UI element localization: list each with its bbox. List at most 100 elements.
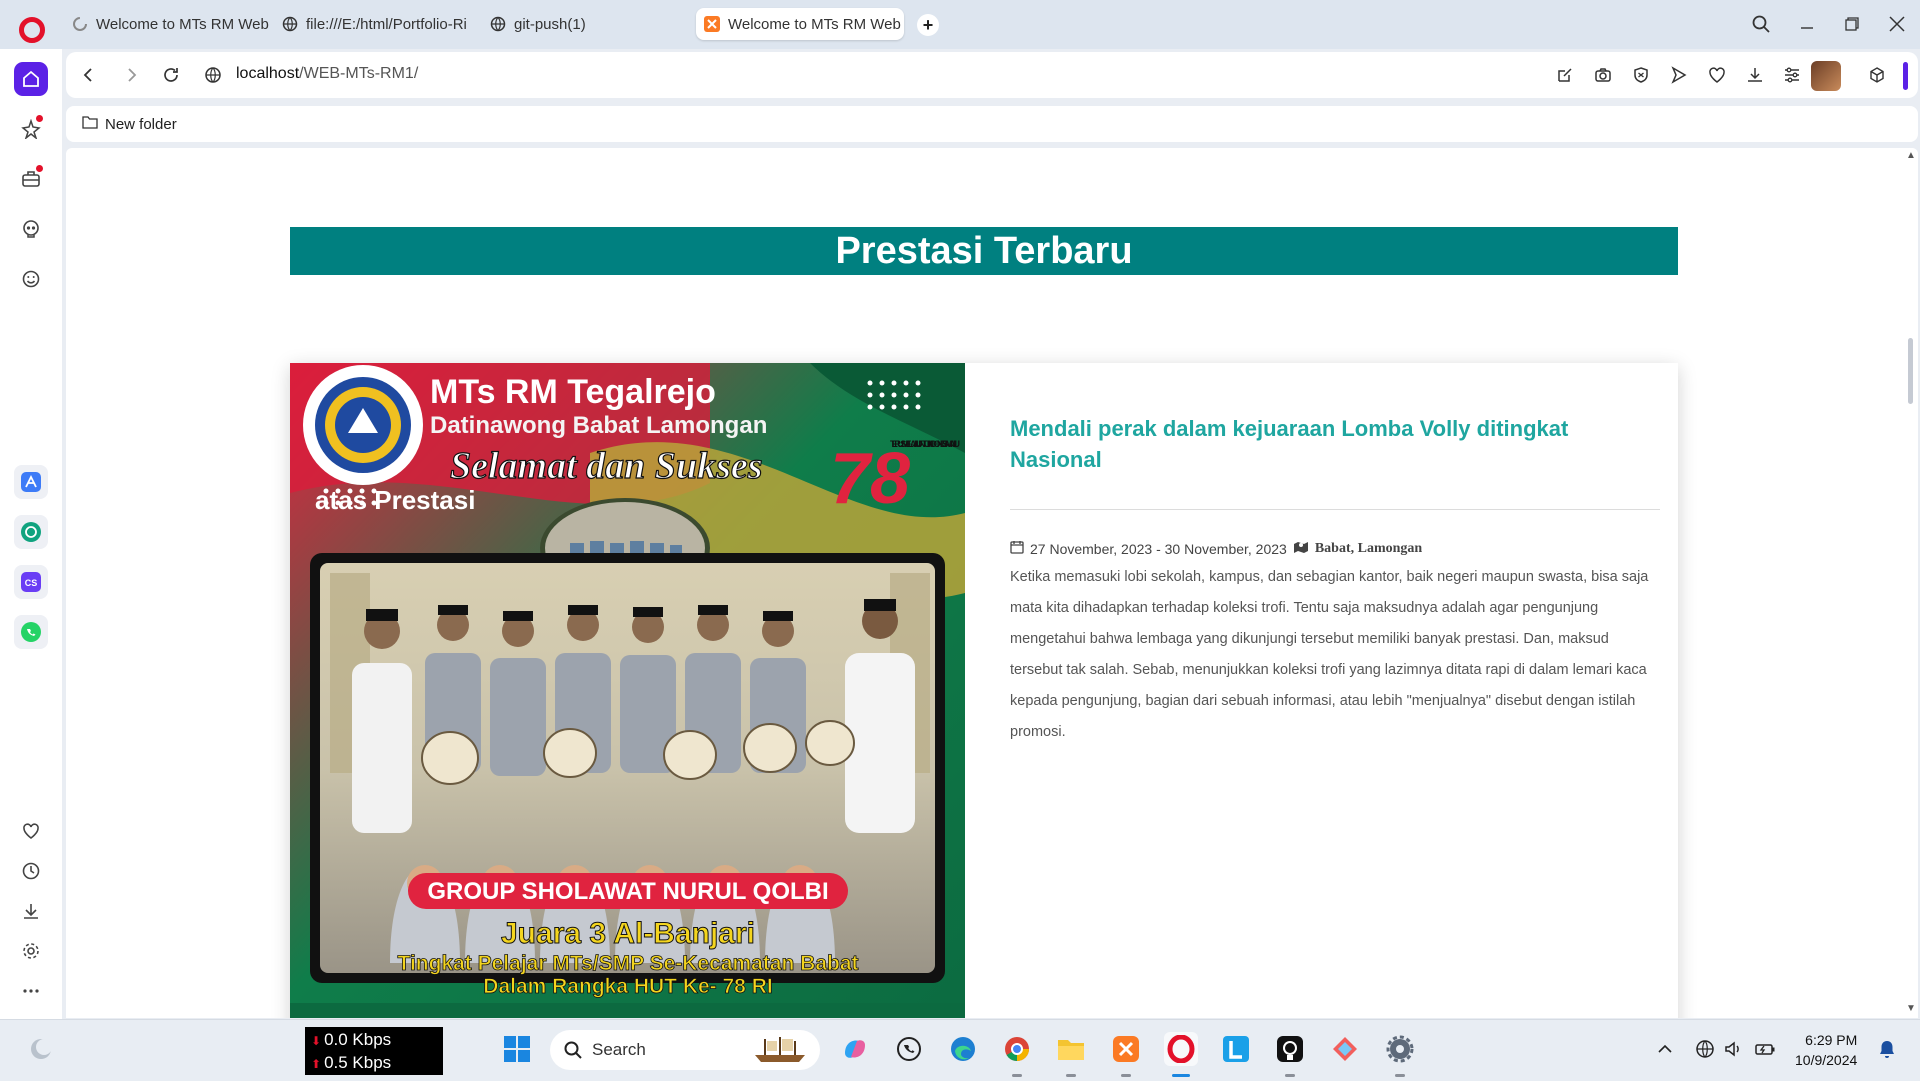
download-icon[interactable] — [1743, 63, 1767, 87]
opera-logo-icon[interactable] — [19, 17, 45, 43]
tab-label: git-push(1) — [514, 15, 586, 33]
taskbar-search-box[interactable]: Search — [550, 1030, 820, 1070]
tab-welcome-active[interactable]: Welcome to MTs RM Web — [696, 8, 904, 40]
achievement-date: 27 November, 2023 - 30 November, 2023 — [1030, 540, 1287, 557]
sidebar-indicator — [1903, 62, 1908, 90]
browser-tab-strip: Welcome to MTs RM Web file:///E:/html/Po… — [0, 0, 1920, 49]
poster-region-text: Datinawong Babat Lamongan — [430, 412, 767, 439]
scroll-up-arrow-icon[interactable]: ▲ — [1906, 150, 1916, 161]
windows-taskbar: ⬇ 0.0 Kbps ⬆ 0.5 Kbps Search 6:29 PM 10/… — [0, 1019, 1920, 1081]
copilot-icon[interactable] — [838, 1032, 872, 1066]
file-explorer-icon[interactable] — [1054, 1032, 1088, 1066]
restore-button[interactable] — [1838, 10, 1866, 38]
edit-share-icon[interactable] — [1553, 63, 1577, 87]
search-placeholder: Search — [592, 1040, 646, 1059]
bookmark-folder[interactable]: New folder — [82, 115, 177, 133]
windows-start-icon[interactable] — [500, 1032, 534, 1066]
battery-icon[interactable] — [1748, 1032, 1782, 1066]
camera-icon[interactable] — [1591, 63, 1615, 87]
more-options-icon[interactable] — [14, 974, 48, 1008]
svg-text:CS: CS — [25, 578, 38, 588]
easy-setup-icon[interactable] — [1780, 63, 1804, 87]
address-bar: localhost/WEB-MTs-RM1/ — [66, 52, 1918, 98]
chatgpt-icon[interactable] — [14, 515, 48, 549]
reload-button[interactable] — [159, 63, 183, 87]
url-path: /WEB-MTs-RM1/ — [299, 65, 419, 82]
adblock-shield-icon[interactable] — [1629, 63, 1653, 87]
downloads-icon[interactable] — [14, 894, 48, 928]
page-scrollbar[interactable]: ▲ ▼ — [1904, 148, 1918, 1018]
notifications-bell-icon[interactable] — [1870, 1032, 1904, 1066]
folder-icon — [82, 115, 98, 133]
back-button[interactable] — [76, 63, 100, 87]
opera-taskbar-icon[interactable] — [1164, 1032, 1198, 1066]
settings-gear-icon[interactable] — [14, 934, 48, 968]
calendar-icon — [1010, 540, 1024, 557]
close-window-button[interactable] — [1883, 10, 1911, 38]
github-icon[interactable] — [1273, 1032, 1307, 1066]
new-tab-button[interactable]: + — [917, 14, 939, 36]
site-info-globe-icon[interactable] — [201, 63, 225, 87]
xampp-icon — [704, 16, 720, 32]
tab-file-portfolio[interactable]: file:///E:/html/Portfolio-Ri — [282, 8, 482, 40]
emoji-icon[interactable] — [14, 262, 48, 296]
divider — [1010, 509, 1660, 510]
chrome-icon[interactable] — [1000, 1032, 1034, 1066]
edge-icon[interactable] — [946, 1032, 980, 1066]
url-host: localhost — [236, 65, 300, 82]
achievement-location: Babat, Lamongan — [1314, 540, 1423, 556]
l-app-icon[interactable] — [1219, 1032, 1253, 1066]
search-tabs-icon[interactable] — [1747, 10, 1775, 38]
workspaces-icon[interactable] — [14, 162, 48, 196]
system-clock[interactable]: 6:29 PM 10/9/2024 — [1795, 1030, 1857, 1070]
url-field[interactable]: localhost/WEB-MTs-RM1/ — [236, 65, 418, 83]
tab-label: Welcome to MTs RM Web — [728, 15, 901, 33]
scroll-thumb[interactable] — [1908, 338, 1913, 404]
opera-sidebar: CS — [0, 49, 62, 1019]
clock-time: 6:29 PM — [1805, 1032, 1858, 1048]
whatsapp-taskbar-icon[interactable] — [892, 1032, 926, 1066]
poster-group-text: GROUP SHOLAWAT NURUL QOLBI — [427, 878, 828, 905]
achievement-card: 78 MTs RM Tegalrejo Datinawong Babat Lam… — [290, 363, 1678, 1018]
clock-date: 10/9/2024 — [1795, 1052, 1858, 1068]
achievement-meta: 27 November, 2023 - 30 November, 2023 Ba… — [1010, 540, 1660, 557]
tab-welcome-loading[interactable]: Welcome to MTs RM Web — [72, 8, 272, 40]
search-icon — [564, 1041, 582, 1059]
whatsapp-icon[interactable] — [14, 615, 48, 649]
xampp-taskbar-icon[interactable] — [1109, 1032, 1143, 1066]
heart-icon[interactable] — [14, 814, 48, 848]
page-viewport[interactable]: Prestasi Terbaru 78 MTs RM Tegalrejo Dat… — [66, 148, 1918, 1018]
forward-button[interactable] — [120, 63, 144, 87]
tray-overflow-chevron-icon[interactable] — [1648, 1032, 1682, 1066]
poster-rank-text: Juara 3 Al-Banjari — [501, 917, 755, 950]
poster-school-text: MTs RM Tegalrejo — [430, 373, 716, 411]
home-icon[interactable] — [14, 62, 48, 96]
history-icon[interactable] — [14, 854, 48, 888]
widgets-icon[interactable] — [24, 1032, 58, 1066]
minimize-button[interactable] — [1793, 10, 1821, 38]
loading-spinner-icon — [72, 16, 88, 32]
search-highlight-ship-icon — [750, 1035, 810, 1065]
aria-ai-icon[interactable] — [14, 112, 48, 146]
scroll-down-arrow-icon[interactable]: ▼ — [1906, 1003, 1916, 1014]
achievement-title[interactable]: Mendali perak dalam kejuaraan Lomba Voll… — [1010, 413, 1660, 475]
cs-app-icon[interactable]: CS — [14, 565, 48, 599]
send-flow-icon[interactable] — [1667, 63, 1691, 87]
skull-icon[interactable] — [14, 212, 48, 246]
profile-avatar[interactable] — [1811, 61, 1841, 91]
settings-taskbar-icon[interactable] — [1383, 1032, 1417, 1066]
poster-level-text: Tingkat Pelajar MTs/SMP Se-Kecamatan Bab… — [398, 952, 859, 975]
extensions-cube-icon[interactable] — [1865, 63, 1889, 87]
poster-occasion-text: Dalam Rangka HUT Ke- 78 RI — [483, 975, 772, 998]
achievement-poster-image: 78 MTs RM Tegalrejo Datinawong Babat Lam… — [290, 363, 965, 1018]
achievement-info: Mendali perak dalam kejuaraan Lomba Voll… — [1010, 413, 1660, 748]
gitkraken-icon[interactable] — [1328, 1032, 1362, 1066]
volume-icon[interactable] — [1716, 1032, 1750, 1066]
map-location-icon — [1293, 540, 1309, 557]
poster-greeting-text: Selamat dan Sukses — [450, 445, 763, 487]
bookmark-heart-icon[interactable] — [1705, 63, 1729, 87]
app-store-icon[interactable] — [14, 465, 48, 499]
achievement-description: Ketika memasuki lobi sekolah, kampus, da… — [1010, 569, 1649, 740]
bookmark-folder-label: New folder — [105, 115, 177, 133]
tab-git-push[interactable]: git-push(1) — [490, 8, 670, 40]
